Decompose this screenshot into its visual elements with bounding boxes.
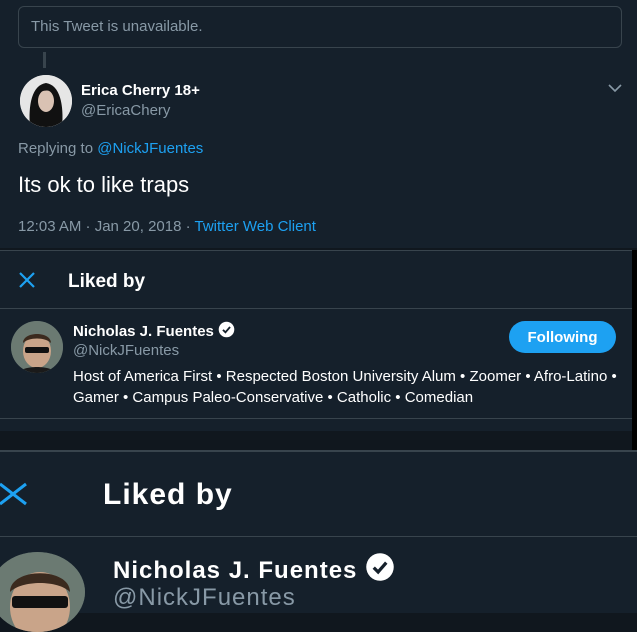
user-name[interactable]: Nicholas J. Fuentes: [73, 321, 235, 342]
chevron-down-icon[interactable]: [608, 80, 622, 98]
tweet-client-link[interactable]: Twitter Web Client: [195, 218, 316, 235]
modal-header: Liked by: [0, 251, 632, 309]
close-icon[interactable]: [0, 482, 30, 511]
tweet-thread: This Tweet is unavailable. Erica Cherry …: [0, 0, 637, 248]
modal-title: Liked by: [68, 271, 146, 292]
user-name-text[interactable]: Nicholas J. Fuentes: [113, 557, 357, 585]
divider: [0, 418, 632, 419]
tweet-text: Its ok to like traps: [18, 172, 190, 197]
replying-to-link[interactable]: @NickJFuentes: [97, 140, 203, 157]
following-button[interactable]: Following: [509, 321, 616, 353]
divider: [0, 536, 637, 537]
quoted-tweet-unavailable: This Tweet is unavailable.: [18, 6, 622, 48]
thread-connector: [43, 52, 46, 68]
user-handle[interactable]: @NickJFuentes: [113, 584, 296, 612]
verified-icon: [365, 552, 395, 589]
screen-edge: [632, 250, 637, 450]
avatar[interactable]: [20, 75, 72, 127]
avatar[interactable]: [0, 552, 85, 632]
replying-to: Replying to @NickJFuentes: [18, 140, 203, 157]
avatar[interactable]: [11, 321, 63, 373]
modal-title: Liked by: [103, 478, 233, 511]
close-icon[interactable]: [18, 271, 36, 294]
replying-prefix: Replying to: [18, 140, 98, 157]
user-name-text[interactable]: Nicholas J. Fuentes: [73, 323, 214, 340]
tweet-timestamp[interactable]: 12:03 AM · Jan 20, 2018 ·: [18, 218, 195, 235]
user-bio: Host of America First • Respected Boston…: [73, 368, 617, 406]
verified-icon: [218, 321, 235, 342]
liked-by-modal-zoomed: Liked by Nicholas J. Fuentes @NickJFuent…: [0, 450, 637, 632]
liked-by-modal: Liked by Nicholas J. Fuentes @NickJFuent…: [0, 250, 632, 431]
author-handle[interactable]: @EricaChery: [81, 102, 170, 119]
tweet-meta: 12:03 AM · Jan 20, 2018 · Twitter Web Cl…: [18, 218, 316, 235]
user-handle[interactable]: @NickJFuentes: [73, 342, 179, 359]
author-name[interactable]: Erica Cherry 18+: [81, 82, 200, 99]
